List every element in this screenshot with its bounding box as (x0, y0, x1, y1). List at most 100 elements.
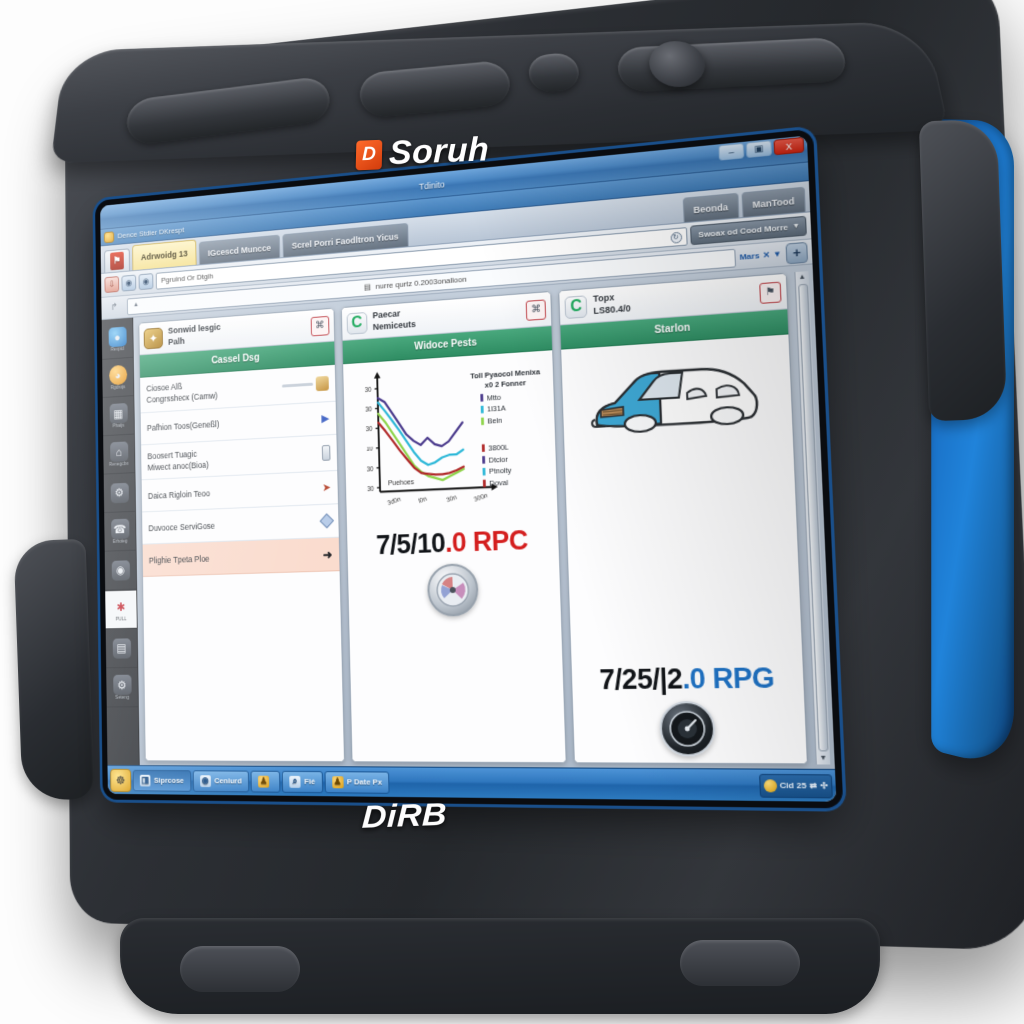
c-glyph: C (570, 297, 583, 316)
start-button[interactable]: ☸ (110, 768, 132, 792)
slider-icon[interactable] (281, 382, 313, 388)
address-path: nurre qurtz 0.2003onalloon (375, 274, 467, 291)
gauge-art (433, 570, 471, 609)
panel-topx-ls80: C Topx LS80.4/0 ⚑ Starlon 7/25/|2.0 RPG (558, 272, 809, 765)
svg-text:30: 30 (366, 467, 373, 474)
svg-text:30: 30 (365, 427, 372, 434)
taskbar-item-label: Fié (304, 776, 316, 787)
scroll-up-icon[interactable]: ▲ (798, 273, 806, 281)
arrow-right-icon[interactable]: ➜ (323, 547, 333, 561)
minimize-button[interactable]: – (718, 142, 745, 161)
gear-icon: ⚙ (112, 674, 132, 695)
brand-mark-icon: D (355, 139, 383, 170)
arrow-icon[interactable]: ⇩ (104, 276, 120, 294)
panel-title: Sonwid lesgic Palh (167, 322, 221, 347)
svg-text:300n: 300n (473, 493, 488, 504)
close-button[interactable]: X (773, 136, 805, 156)
sidebar-item-erhoieg[interactable]: ☎ Erhoieg (104, 512, 136, 552)
list-item-selected[interactable]: Plighie Tpeta Ploe ➜ (142, 537, 340, 578)
sidebar-item-phaijs[interactable]: ▦ Phaijs (102, 396, 135, 437)
diamond-accessory[interactable] (319, 513, 334, 529)
panel-action-button[interactable]: ⌘ (525, 298, 547, 321)
tray-network-icon[interactable]: ✣ (820, 781, 828, 791)
close-icon[interactable]: ✕ (763, 250, 771, 260)
taskbar-item-date-px[interactable]: ♟ P Date Px (324, 770, 390, 794)
trophy-icon: ♟ (257, 775, 270, 788)
back-icon[interactable]: ↱ (105, 298, 124, 316)
flag-icon: ⚑ (110, 251, 124, 271)
list-item-label: Plighie Tpeta Ploe (148, 553, 210, 565)
refresh-icon[interactable]: ↻ (669, 231, 682, 244)
taskbar-item-label: Ceniurd (214, 776, 242, 786)
add-button[interactable]: + (785, 241, 809, 264)
tab-flag-button[interactable]: ⚑ (104, 248, 130, 273)
taskbar-item-label: Siprcose (153, 775, 184, 785)
disc-icon[interactable]: ◉ (121, 274, 137, 292)
scroll-down-icon[interactable]: ▼ (819, 755, 827, 763)
tab-beonda[interactable]: Beonda (682, 192, 739, 223)
tray-sync-icon[interactable]: ⇄ (809, 781, 817, 791)
sidebar-item-label: Phaijs (112, 422, 125, 430)
panel-container: ✦ Sonwid lesgic Palh ⌘ Cassel Dsg Ciosoe… (133, 264, 835, 769)
sidebar-item-renegcbn[interactable]: ⌂ Renegcbn (103, 435, 135, 475)
shield-icon: ⌂ (109, 441, 128, 463)
gauge-light-icon[interactable] (426, 562, 479, 617)
gold-book-icon: ✦ (143, 327, 164, 349)
sidebar-item-rgdrojs[interactable]: ◕ Rgdrojs (102, 358, 134, 399)
sidebar-item-eye[interactable]: ◉ (104, 551, 137, 591)
svg-text:10: 10 (366, 447, 373, 454)
address-right-label[interactable]: Mars (739, 251, 759, 262)
mode-dropdown-label: Swoax od Cood Morre (698, 222, 789, 240)
svg-text:30: 30 (364, 388, 371, 395)
panel-action-button[interactable]: ⚑ (759, 281, 782, 304)
list-item-label: Boosert Tuagic Miwect anoc(Bioa) (147, 448, 209, 473)
sidebar-item-label: Seteng (115, 694, 130, 701)
corner-bumper-left (13, 538, 95, 802)
sidebar-item-label: Rexpid (110, 346, 125, 353)
svg-text:1l31A: 1l31A (487, 404, 506, 414)
readout-rpg: 7/25/|2.0 RPG (599, 661, 775, 695)
disc-icon: ◉ (199, 774, 211, 787)
device-model-badge: DiRB (361, 797, 448, 836)
chevron-down-icon[interactable]: ▼ (773, 249, 782, 259)
svg-text:30: 30 (367, 486, 374, 493)
server-icon: ▤ (112, 637, 131, 659)
svg-text:Mtto: Mtto (486, 393, 501, 402)
gauge-dark-icon[interactable] (658, 700, 717, 757)
readout-suffix: .0 RPG (681, 661, 775, 695)
taskbar-item-siprcose[interactable]: ◨ Siprcose (132, 769, 192, 792)
panel-sonwid-lesgic: ✦ Sonwid lesgic Palh ⌘ Cassel Dsg Ciosoe… (138, 307, 345, 763)
sidebar-item-seteng[interactable]: ⚙ Seteng (106, 668, 138, 708)
handle-notch (358, 59, 513, 119)
handle-notch (526, 51, 582, 94)
maximize-button[interactable]: ▣ (745, 140, 773, 159)
panel-body: Ciosoe Alß Congrsshecк (Camw) Pafhion To… (140, 364, 344, 762)
svg-text:x0 2 Fonner: x0 2 Fonner (484, 379, 526, 390)
taskbar-item-ceniurd[interactable]: ◉ Ceniurd (192, 769, 250, 792)
taskbar-item-award[interactable]: ♟ (250, 770, 281, 793)
alert-icon: ✱ (116, 599, 126, 614)
rugged-tablet-device: D Soruh DiRB Tdinito – ▣ X Dence Stdier … (0, 0, 1024, 1024)
sidebar-item-server[interactable]: ▤ (105, 629, 138, 669)
disc-icon[interactable]: ◉ (138, 273, 154, 291)
chevron-right-icon[interactable]: ▶ (321, 411, 329, 424)
chevron-up-icon[interactable]: ▲ (133, 301, 139, 308)
sidebar-item-label: Erhoieg (112, 538, 128, 545)
arrow-right-icon[interactable]: ➤ (322, 481, 331, 494)
sun-icon: ◕ (108, 364, 127, 386)
svg-text:Ptnolty: Ptnolty (489, 467, 512, 477)
slider-accessory[interactable] (281, 375, 329, 393)
sidebar-item-label: PULL (115, 616, 127, 623)
sidebar-item-rexpid[interactable]: ● Rexpid (101, 320, 133, 360)
svg-text:l0n: l0n (418, 496, 428, 505)
gear-icon: ⚙ (110, 482, 129, 503)
screen-content: Tdinito – ▣ X Dence Stdier DKrespt ⚑ Adr… (100, 135, 837, 802)
taskbar-item-fie[interactable]: ⌕ Fié (281, 770, 323, 793)
sidebar-item-alert[interactable]: ✱ PULL (105, 590, 137, 630)
convertible-car-icon (587, 351, 766, 450)
svg-text:3d0n: 3d0n (387, 497, 402, 507)
sidebar-item-gear-1[interactable]: ⚙ (103, 474, 136, 514)
application-icon (103, 230, 115, 243)
panel-action-button[interactable]: ⌘ (310, 315, 330, 336)
system-tray[interactable]: Cid 25 ⇄ ✣ (758, 773, 833, 798)
